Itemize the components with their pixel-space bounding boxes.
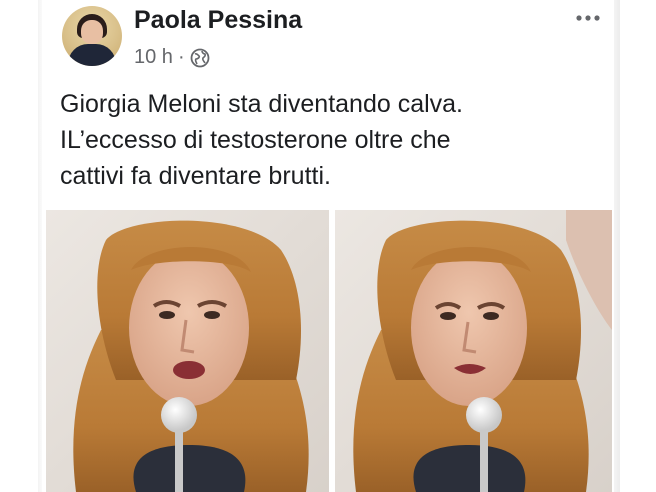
post-meta: 10 h · (134, 46, 210, 69)
post-time[interactable]: 10 h (134, 46, 173, 69)
post-photo[interactable] (46, 210, 612, 492)
right-edge-shadow (614, 0, 620, 492)
post-photo-graphic (46, 210, 612, 492)
author-avatar[interactable] (62, 6, 122, 66)
author-name[interactable]: Paola Pessina (134, 6, 302, 35)
globe-icon (190, 48, 210, 67)
meta-separator: · (177, 46, 185, 68)
more-options-button[interactable] (572, 6, 604, 30)
photo-left-panel (46, 210, 329, 492)
post-text: Giorgia Meloni sta diventando calva. IL’… (60, 86, 600, 194)
photo-right-panel (335, 210, 612, 492)
post-text-line: Giorgia Meloni sta diventando calva. (60, 90, 464, 118)
post-card: Paola Pessina 10 h · Giorgia Meloni sta … (42, 0, 614, 492)
post-text-line: cattivi fa diventare brutti. (60, 162, 331, 190)
avatar-body (68, 44, 116, 66)
post-text-line: IL’eccesso di testosterone oltre che (60, 126, 451, 154)
avatar-face (81, 20, 103, 44)
ellipsis-icon (576, 15, 600, 21)
